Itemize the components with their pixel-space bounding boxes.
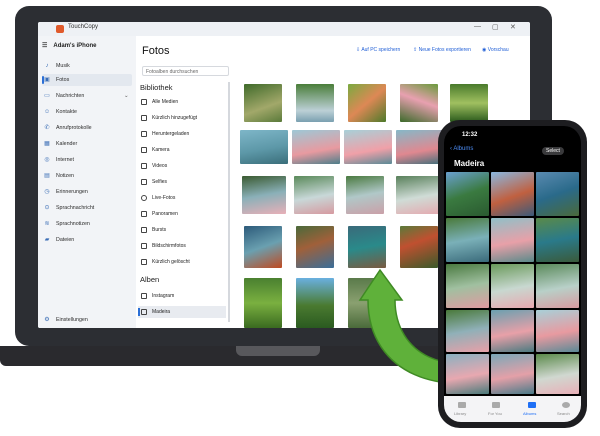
search-icon — [562, 402, 570, 408]
tab-for-you[interactable]: For You — [488, 411, 502, 416]
photo-thumbnail[interactable] — [446, 354, 489, 394]
photo-thumbnail[interactable] — [491, 264, 534, 308]
select-button[interactable]: Select — [542, 147, 564, 155]
photo-thumbnail[interactable] — [536, 310, 579, 352]
albums-icon — [528, 402, 536, 408]
photo-thumbnail[interactable] — [536, 354, 579, 394]
photo-thumbnail[interactable] — [491, 310, 534, 352]
photo-thumbnail[interactable] — [491, 172, 534, 216]
photo-thumbnail[interactable] — [536, 218, 579, 262]
iphone-device: 12:32 ‹ Albums Select Madeira Library Fo — [438, 120, 587, 428]
phone-tab-bar: Library For You Albums Search — [444, 396, 581, 422]
library-icon — [458, 402, 466, 408]
photo-thumbnail[interactable] — [446, 264, 489, 308]
photo-thumbnail[interactable] — [446, 218, 489, 262]
photo-thumbnail[interactable] — [491, 354, 534, 394]
tab-albums[interactable]: Albums — [523, 411, 536, 416]
status-time: 12:32 — [462, 132, 478, 138]
photo-thumbnail[interactable] — [536, 264, 579, 308]
album-title: Madeira — [454, 159, 485, 168]
for-you-icon — [492, 402, 500, 408]
phone-screen: 12:32 ‹ Albums Select Madeira Library Fo — [444, 126, 581, 422]
tab-search[interactable]: Search — [557, 411, 570, 416]
back-to-albums-link[interactable]: ‹ Albums — [450, 146, 473, 152]
photo-thumbnail[interactable] — [446, 310, 489, 352]
photo-thumbnail[interactable] — [446, 172, 489, 216]
tab-library[interactable]: Library — [454, 411, 466, 416]
photo-thumbnail[interactable] — [536, 172, 579, 216]
photo-thumbnail[interactable] — [491, 218, 534, 262]
